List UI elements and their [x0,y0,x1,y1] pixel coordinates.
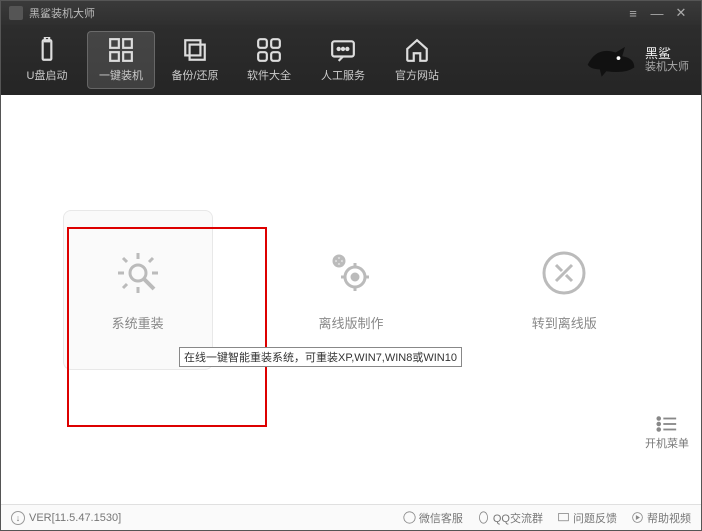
tab-support[interactable]: 人工服务 [309,31,377,89]
usb-icon [34,37,60,63]
tab-label: 软件大全 [247,67,291,83]
footer: ↓ VER[11.5.47.1530] 微信客服 QQ交流群 问题反馈 帮助视频 [1,504,701,530]
tools-circle-icon [540,249,588,297]
gear-wrench-icon [114,249,162,297]
toolbar: U盘启动 一键装机 备份/还原 软件大全 人工服务 官方网站 黑鲨 装机大师 [1,25,701,95]
footer-wechat[interactable]: 微信客服 [403,510,463,526]
tooltip: 在线一键智能重装系统，可重装XP,WIN7,WIN8或WIN10 [179,347,462,367]
menu-button[interactable]: ≡ [621,6,645,21]
footer-label: 问题反馈 [573,510,617,526]
main-area: 系统重装 离线版制作 转到离线版 在线一键智能重装系统，可重装XP,WIN7,W… [1,95,701,485]
tab-label: U盘启动 [27,67,68,83]
footer-help-video[interactable]: 帮助视频 [631,510,691,526]
video-icon [631,511,644,524]
app-title: 黑鲨装机大师 [29,5,95,21]
tab-backup-restore[interactable]: 备份/还原 [161,31,229,89]
card-label: 离线版制作 [318,313,383,332]
card-label: 转到离线版 [532,313,597,332]
brand: 黑鲨 装机大师 [583,40,689,80]
list-icon [656,415,678,433]
feedback-icon [557,511,570,524]
tab-label: 人工服务 [321,67,365,83]
card-switch-offline[interactable]: 转到离线版 [489,210,639,370]
app-icon [9,6,23,20]
tab-one-click-install[interactable]: 一键装机 [87,31,155,89]
start-menu-button[interactable]: 开机菜单 [645,415,689,451]
wechat-icon [403,511,416,524]
version-text: VER[11.5.47.1530] [29,512,121,524]
tab-label: 备份/还原 [171,67,218,83]
windows-icon [108,37,134,63]
close-button[interactable]: ✕ [669,5,693,21]
version-icon[interactable]: ↓ [11,511,25,525]
footer-label: 帮助视频 [647,510,691,526]
chat-icon [330,37,356,63]
shark-logo-icon [583,40,639,80]
brand-line1: 黑鲨 [645,46,689,62]
start-menu-label: 开机菜单 [645,435,689,451]
card-label: 系统重装 [112,313,164,332]
apps-icon [256,37,282,63]
card-system-reinstall[interactable]: 系统重装 [63,210,213,370]
titlebar: 黑鲨装机大师 ≡ — ✕ [1,1,701,25]
brand-line2: 装机大师 [645,61,689,74]
footer-qq[interactable]: QQ交流群 [477,510,543,526]
backup-icon [182,37,208,63]
tab-software[interactable]: 软件大全 [235,31,303,89]
tab-usb-boot[interactable]: U盘启动 [13,31,81,89]
home-icon [404,37,430,63]
footer-label: 微信客服 [419,510,463,526]
tab-label: 官方网站 [395,67,439,83]
card-offline-make[interactable]: 离线版制作 [276,210,426,370]
tab-website[interactable]: 官方网站 [383,31,451,89]
minimize-button[interactable]: — [645,6,669,21]
gear-offline-icon [327,249,375,297]
tab-label: 一键装机 [99,67,143,83]
qq-icon [477,511,490,524]
footer-feedback[interactable]: 问题反馈 [557,510,617,526]
footer-label: QQ交流群 [493,510,543,526]
